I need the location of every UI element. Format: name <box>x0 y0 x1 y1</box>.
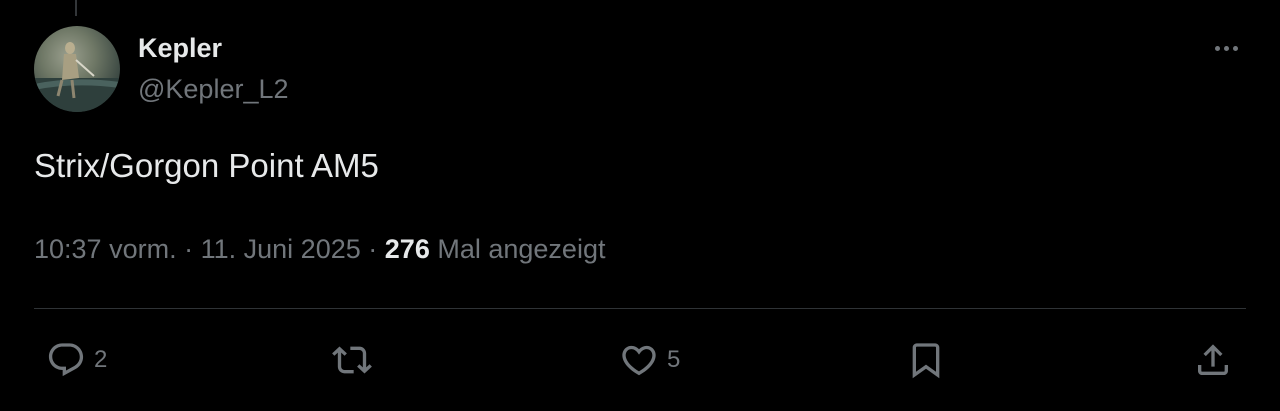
more-options-button[interactable] <box>1206 36 1246 60</box>
tweet-text: Strix/Gorgon Point AM5 <box>34 147 379 184</box>
more-horizontal-icon <box>1214 45 1220 51</box>
author-handle[interactable]: @Kepler_L2 <box>138 74 289 105</box>
like-button[interactable]: 5 <box>619 338 680 382</box>
avatar[interactable] <box>34 26 120 112</box>
bookmark-icon <box>912 343 940 379</box>
reply-icon <box>48 343 84 377</box>
tweet-date[interactable]: 11. Juni 2025 <box>201 234 361 264</box>
thread-connector-line <box>75 0 77 16</box>
author-display-name[interactable]: Kepler <box>138 33 222 64</box>
meta-separator: · <box>184 234 194 264</box>
meta-separator: · <box>368 234 378 264</box>
tweet-metadata: 10:37 vorm. · 11. Juni 2025 · 276 Mal an… <box>34 234 605 265</box>
views-count: 276 <box>384 234 430 264</box>
reply-button[interactable]: 2 <box>46 338 107 382</box>
more-horizontal-icon-dot <box>1223 45 1229 51</box>
retweet-icon <box>332 346 372 374</box>
share-icon <box>1198 344 1228 375</box>
views-label: Mal angezeigt <box>437 234 606 264</box>
bookmark-button[interactable] <box>906 338 946 382</box>
retweet-button[interactable] <box>332 338 380 382</box>
like-count: 5 <box>667 346 681 373</box>
more-horizontal-icon-dot <box>1232 45 1238 51</box>
tweet-time[interactable]: 10:37 vorm. <box>34 234 177 264</box>
divider <box>34 308 1246 309</box>
share-button[interactable] <box>1193 338 1233 382</box>
reply-count: 2 <box>94 346 108 373</box>
heart-icon <box>622 345 656 376</box>
